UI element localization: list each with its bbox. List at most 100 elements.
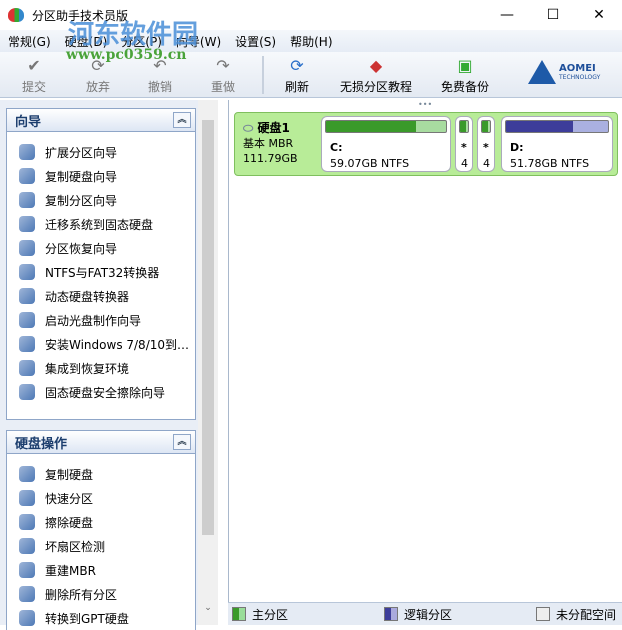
partition-2[interactable]: * 4	[455, 116, 473, 172]
legend-logical: 逻辑分区	[384, 606, 452, 623]
disk-size: 111.79GB	[243, 152, 298, 165]
partition-size: 4	[483, 157, 490, 170]
legend-primary-label: 主分区	[252, 607, 289, 622]
item-label: 启动光盘制作向导	[45, 313, 142, 328]
item-label: 坏扇区检测	[45, 539, 106, 554]
item-label: 重建MBR	[45, 563, 96, 578]
legend-bar: 主分区 逻辑分区 未分配空间	[228, 602, 622, 625]
item-label: 安装Windows 7/8/10到…	[45, 337, 190, 352]
splitter-handle[interactable]: •••	[418, 100, 432, 109]
disk-row[interactable]: ⬭ 硬盘1 基本 MBR 111.79GB C: 59.07GB NTFS * 4 * 4…	[234, 112, 618, 176]
wizard-item[interactable]: 扩展分区向导	[7, 140, 195, 164]
disk_ops-item[interactable]: 转换到GPT硬盘	[7, 606, 195, 630]
item-label: 复制分区向导	[45, 193, 118, 208]
refresh-icon: ⟳	[290, 56, 304, 75]
disk_ops-item[interactable]: 重建MBR	[7, 558, 195, 582]
wizard-section: 向导 ︽ 扩展分区向导复制硬盘向导 复制分区向导迁移系统到固态硬盘分区恢复向导 NTF…	[6, 108, 196, 420]
disk-name: ⬭ 硬盘1	[243, 121, 298, 136]
left-pane: 向导 ︽ 扩展分区向导复制硬盘向导 复制分区向导迁移系统到固态硬盘分区恢复向导 NTF…	[0, 100, 218, 630]
item-label: 固态硬盘安全擦除向导	[45, 385, 166, 400]
disk-icon: ⬭	[243, 121, 258, 135]
disk_ops-item[interactable]: 快速分区	[7, 486, 195, 510]
item-label: 迁移系统到固态硬盘	[45, 217, 154, 232]
disk_ops-item[interactable]: 复制硬盘	[7, 462, 195, 486]
scroll-thumb[interactable]	[202, 120, 214, 535]
watermark-url: www.pc0359.cn	[66, 47, 187, 63]
wizard-item[interactable]: 启动光盘制作向导	[7, 308, 195, 332]
backup-icon: ▣	[457, 56, 473, 75]
menu-general[interactable]: 常规(G)	[8, 33, 51, 50]
minimize-button[interactable]: —	[484, 0, 530, 30]
discard-label: 放弃	[86, 80, 111, 94]
disk-ops-title: 硬盘操作	[15, 436, 68, 452]
logo-sub: TECHNOLOGY	[559, 74, 601, 81]
item-icon	[19, 288, 35, 304]
usage-bar	[481, 120, 491, 133]
item-icon	[19, 264, 35, 280]
commit-button[interactable]: ✔ 提交	[22, 56, 46, 95]
redo-button[interactable]: ↷ 重做	[211, 56, 235, 95]
partition-1[interactable]: C: 59.07GB NTFS	[321, 116, 451, 172]
item-icon	[19, 312, 35, 328]
logo-text: AOMEI	[559, 63, 596, 74]
wizard-item[interactable]: 固态硬盘安全擦除向导	[7, 380, 195, 404]
undo-label: 撤销	[148, 80, 173, 94]
disk_ops-item[interactable]: 坏扇区检测	[7, 534, 195, 558]
collapse-button[interactable]: ︽	[173, 112, 191, 128]
item-icon	[19, 384, 35, 400]
wizard-item[interactable]: 复制硬盘向导	[7, 164, 195, 188]
wizard-title: 向导	[15, 114, 42, 130]
wizard-item[interactable]: 复制分区向导	[7, 188, 195, 212]
disk_ops-item[interactable]: 擦除硬盘	[7, 510, 195, 534]
menu-help[interactable]: 帮助(H)	[290, 33, 332, 50]
menu-settings[interactable]: 设置(S)	[235, 33, 276, 50]
item-label: 复制硬盘	[45, 467, 94, 482]
collapse-button[interactable]: ︽	[173, 434, 191, 450]
item-icon	[19, 610, 35, 626]
item-label: 转换到GPT硬盘	[45, 611, 129, 626]
backup-button[interactable]: ▣ 免费备份	[441, 56, 489, 95]
wizard-item[interactable]: 迁移系统到固态硬盘	[7, 212, 195, 236]
item-icon	[19, 514, 35, 530]
item-icon	[19, 192, 35, 208]
item-icon	[19, 466, 35, 482]
partition-3[interactable]: * 4	[477, 116, 495, 172]
wizard-item[interactable]: 分区恢复向导	[7, 236, 195, 260]
partition-4[interactable]: D: 51.78GB NTFS	[501, 116, 613, 172]
partition-label: *	[461, 141, 467, 154]
aomei-logo: AOMEI TECHNOLOGY	[528, 60, 600, 84]
usage-fill	[326, 121, 416, 132]
usage-bar	[459, 120, 469, 133]
wizard-item[interactable]: 集成到恢复环境	[7, 356, 195, 380]
disk-name-label: 硬盘1	[257, 121, 290, 135]
maximize-button[interactable]: ☐	[530, 0, 576, 30]
scroll-down-arrow[interactable]: ⌄	[198, 603, 218, 613]
wizard-item[interactable]: NTFS与FAT32转换器	[7, 260, 195, 284]
close-button[interactable]: ✕	[576, 0, 622, 30]
disk_ops-item[interactable]: 删除所有分区	[7, 582, 195, 606]
tutorial-button[interactable]: ◆ 无损分区教程	[340, 56, 412, 95]
item-icon	[19, 240, 35, 256]
partition-label: C:	[330, 141, 343, 154]
partition-size: 51.78GB NTFS	[510, 157, 590, 170]
legend-unallocated-label: 未分配空间	[556, 607, 617, 622]
disk-type: 基本 MBR	[243, 137, 294, 150]
item-icon	[19, 336, 35, 352]
item-icon	[19, 168, 35, 184]
redo-icon: ↷	[216, 56, 230, 75]
check-icon: ✔	[27, 56, 41, 75]
item-label: 复制硬盘向导	[45, 169, 118, 184]
item-icon	[19, 360, 35, 376]
refresh-button[interactable]: ⟳ 刷新	[285, 56, 309, 95]
item-label: 删除所有分区	[45, 587, 118, 602]
wizard-item[interactable]: 动态硬盘转换器	[7, 284, 195, 308]
redo-label: 重做	[211, 80, 236, 94]
wizard-item[interactable]: 安装Windows 7/8/10到…	[7, 332, 195, 356]
item-icon	[19, 562, 35, 578]
item-icon	[19, 216, 35, 232]
legend-unallocated: 未分配空间	[536, 606, 616, 623]
usage-bar	[325, 120, 447, 133]
item-icon	[19, 538, 35, 554]
disk-ops-section: 硬盘操作 ︽ 复制硬盘快速分区 擦除硬盘坏扇区检测重建MBR 删除所有分区 转换到GPT…	[6, 430, 196, 630]
item-label: 动态硬盘转换器	[45, 289, 130, 304]
